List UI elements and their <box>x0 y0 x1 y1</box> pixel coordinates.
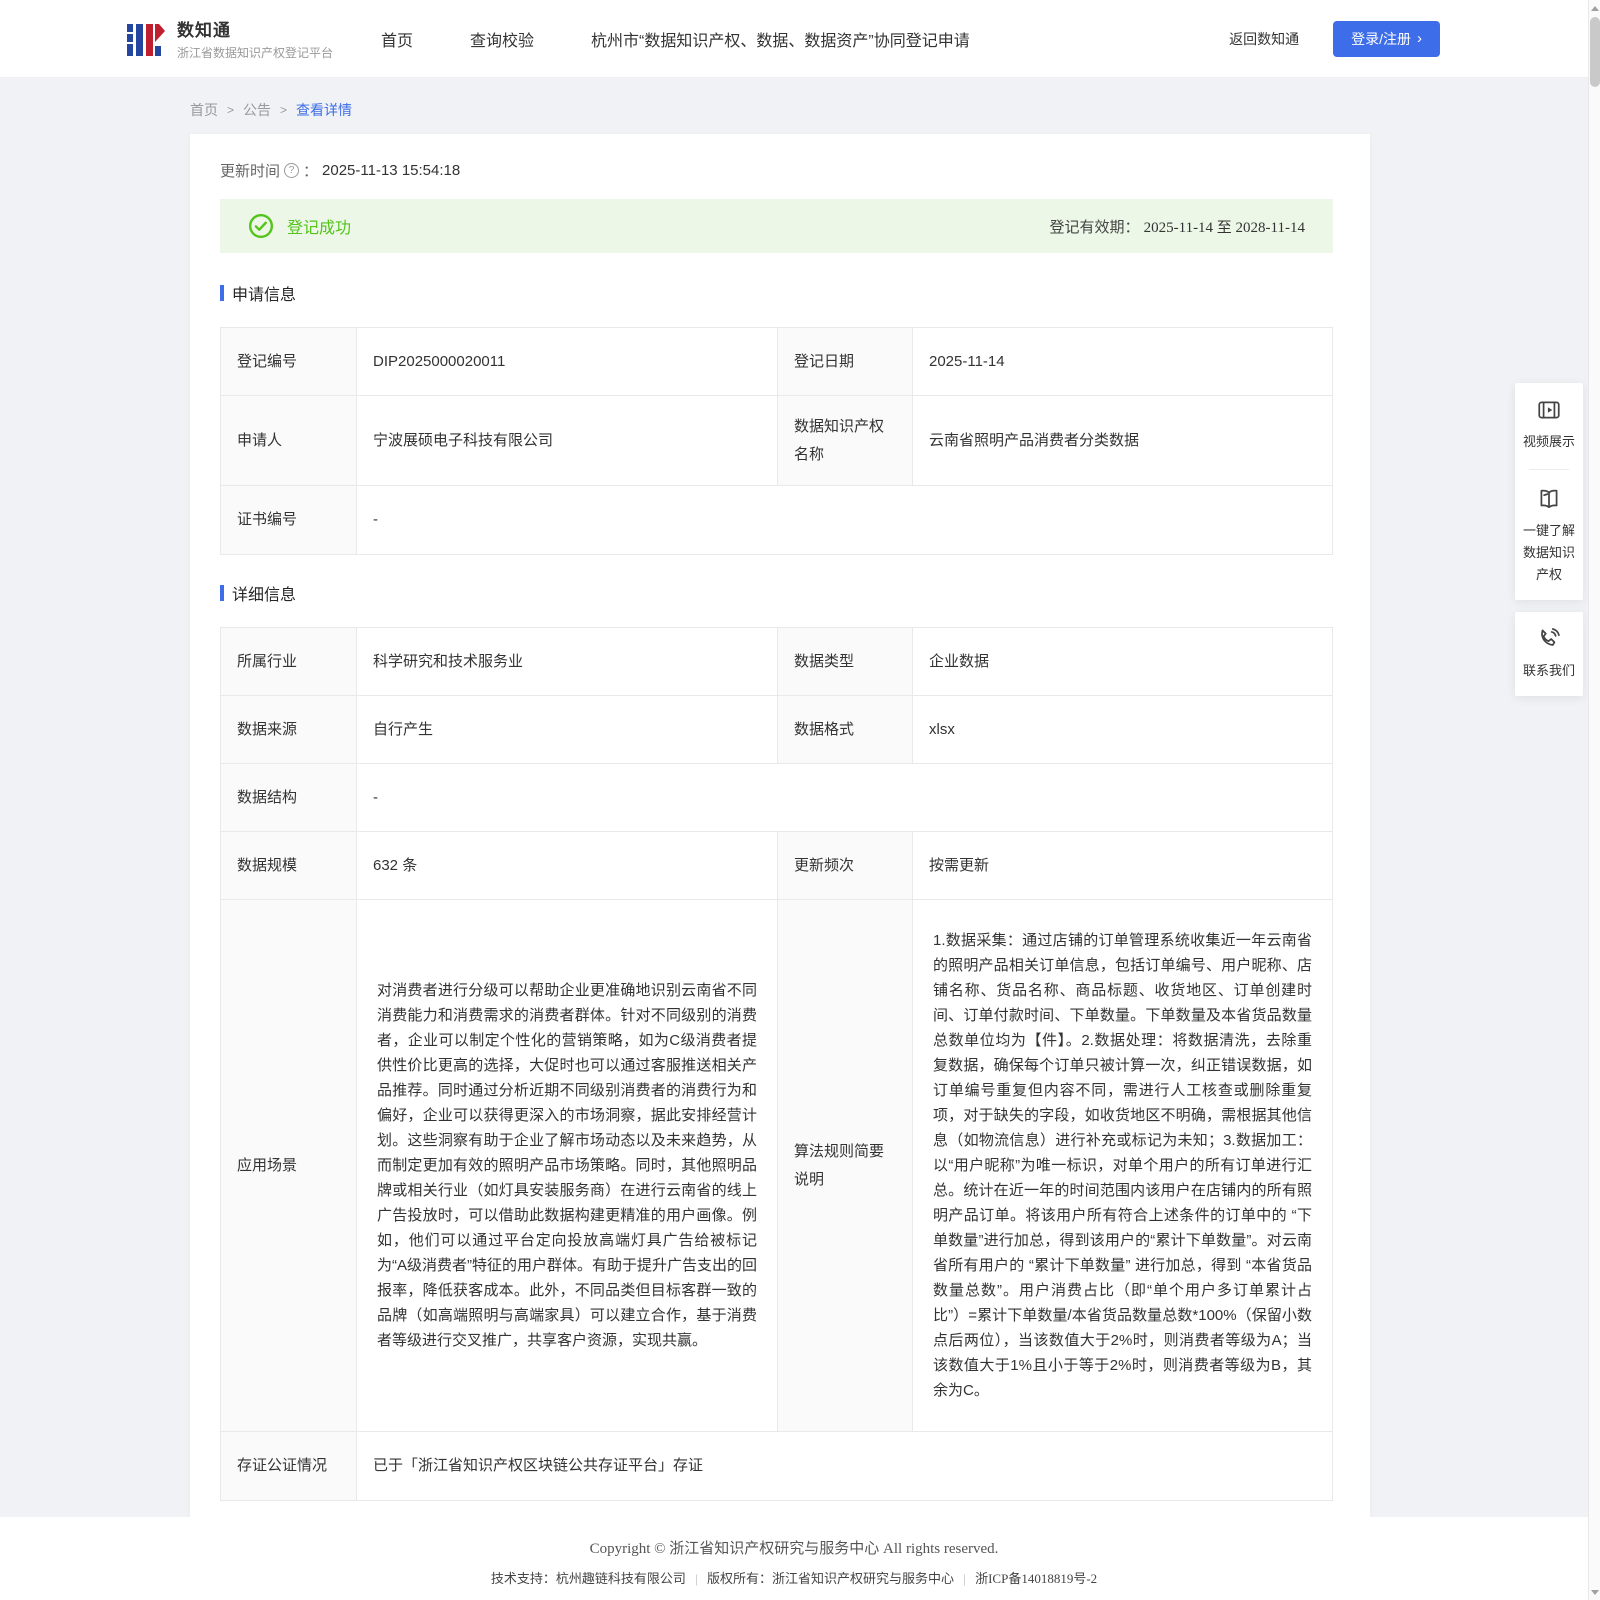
field-label: 数据规模 <box>221 832 357 900</box>
help-icon[interactable]: ? <box>284 163 299 178</box>
footer: Copyright © 浙江省知识产权研究与服务中心 All rights re… <box>0 1517 1588 1600</box>
table-row: 数据结构 - <box>221 764 1332 832</box>
breadcrumb: 首页 > 公告 > 查看详情 <box>190 100 1600 120</box>
algorithm-rules-text: 1.数据采集：通过店铺的订单管理系统收集近一年云南省的照明产品相关订单信息，包括… <box>913 900 1332 1432</box>
brand-subtitle: 浙江省数据知识产权登记平台 <box>177 44 333 61</box>
field-label: 登记日期 <box>778 328 913 396</box>
validity-period: 登记有效期： 2025-11-14 至 2028-11-14 <box>1049 216 1305 237</box>
check-circle-icon <box>248 213 274 239</box>
phone-icon <box>1536 626 1562 652</box>
field-value: 云南省照明产品消费者分类数据 <box>913 396 1332 486</box>
logo-icon <box>125 18 167 60</box>
copyright-owner-text: 版权所有：浙江省知识产权研究与服务中心 <box>707 1571 954 1586</box>
field-label: 更新频次 <box>778 832 913 900</box>
registration-status-banner: 登记成功 登记有效期： 2025-11-14 至 2028-11-14 <box>220 199 1333 253</box>
field-value: - <box>357 764 1332 832</box>
field-label: 数据格式 <box>778 696 913 764</box>
section-title: 申请信息 <box>232 281 296 305</box>
back-to-shuzhitong-link[interactable]: 返回数知通 <box>1229 29 1299 49</box>
apply-info-table: 登记编号 DIP2025000020011 登记日期 2025-11-14 申请… <box>220 327 1333 555</box>
breadcrumb-current: 查看详情 <box>296 100 352 120</box>
table-row: 应用场景 对消费者进行分级可以帮助企业更准确地识别云南省不同消费能力和消费需求的… <box>221 900 1332 1432</box>
field-label: 申请人 <box>221 396 357 486</box>
scrollbar-thumb[interactable] <box>1590 17 1600 87</box>
field-label: 数据来源 <box>221 696 357 764</box>
scroll-up-arrow[interactable] <box>1589 0 1600 16</box>
table-row: 证书编号 - <box>221 486 1332 554</box>
nav-item-hangzhou-registration[interactable]: 杭州市“数据知识产权、数据、数据资产”协同登记申请 <box>591 27 970 51</box>
scrollbar[interactable] <box>1588 0 1600 1600</box>
field-label: 登记编号 <box>221 328 357 396</box>
field-value: 企业数据 <box>913 628 1332 696</box>
section-apply-info: 申请信息 <box>220 281 1333 305</box>
status-text: 登记成功 <box>287 214 351 238</box>
divider <box>1529 469 1569 470</box>
section-title: 详细信息 <box>232 581 296 605</box>
guide-button[interactable]: 一键了解数据知识产权 <box>1521 486 1577 586</box>
field-value: 2025-11-14 <box>913 328 1332 396</box>
brand-title: 数知通 <box>177 16 333 41</box>
field-value: 宁波展硕电子科技有限公司 <box>357 396 778 486</box>
field-label: 数据结构 <box>221 764 357 832</box>
section-detail-info: 详细信息 <box>220 581 1333 605</box>
field-label: 证书编号 <box>221 486 357 554</box>
field-value: 按需更新 <box>913 832 1332 900</box>
table-row: 所属行业 科学研究和技术服务业 数据类型 企业数据 <box>221 628 1332 696</box>
validity-label: 登记有效期： <box>1049 219 1139 236</box>
floating-side-panel: 视频展示 一键了解数据知识产权 联系我们 <box>1515 383 1583 696</box>
field-value: - <box>357 486 1332 554</box>
update-time-label: 更新时间 <box>220 160 280 181</box>
update-time-row: 更新时间 ? ： 2025-11-13 15:54:18 <box>220 160 1333 181</box>
chevron-right-icon: › <box>1417 31 1422 46</box>
contact-us-button[interactable]: 联系我们 <box>1515 612 1583 696</box>
detail-card: 更新时间 ? ： 2025-11-13 15:54:18 登记成功 登记有效期：… <box>190 134 1370 1539</box>
guide-label: 一键了解数据知识产权 <box>1521 520 1577 586</box>
brand-logo[interactable]: 数知通 浙江省数据知识产权登记平台 <box>125 16 333 61</box>
breadcrumb-separator: > <box>280 103 287 117</box>
field-value: 自行产生 <box>357 696 778 764</box>
video-icon <box>1536 397 1562 423</box>
nav-item-query[interactable]: 查询校验 <box>470 27 534 51</box>
breadcrumb-separator: > <box>227 103 234 117</box>
field-label: 应用场景 <box>221 900 357 1432</box>
video-label: 视频展示 <box>1523 431 1575 453</box>
field-label: 存证公证情况 <box>221 1432 357 1500</box>
field-value: 632 条 <box>357 832 778 900</box>
header: 数知通 浙江省数据知识产权登记平台 首页 查询校验 杭州市“数据知识产权、数据、… <box>0 0 1600 78</box>
table-row: 登记编号 DIP2025000020011 登记日期 2025-11-14 <box>221 328 1332 396</box>
validity-dates: 2025-11-14 至 2028-11-14 <box>1144 220 1305 236</box>
breadcrumb-home[interactable]: 首页 <box>190 100 218 120</box>
login-register-button[interactable]: 登录/注册 › <box>1333 21 1440 57</box>
field-label: 所属行业 <box>221 628 357 696</box>
update-time-value: 2025-11-13 15:54:18 <box>322 162 460 179</box>
nav-item-home[interactable]: 首页 <box>381 27 413 51</box>
field-value: 已于「浙江省知识产权区块链公共存证平台」存证 <box>357 1432 1332 1500</box>
field-value: xlsx <box>913 696 1332 764</box>
section-bar <box>220 585 224 601</box>
icp-license-link[interactable]: 浙ICP备14018819号-2 <box>975 1571 1097 1586</box>
field-label: 算法规则简要说明 <box>778 900 913 1432</box>
application-scenario-text: 对消费者进行分级可以帮助企业更准确地识别云南省不同消费能力和消费需求的消费者群体… <box>357 900 778 1432</box>
tech-support-text: 技术支持：杭州趣链科技有限公司 <box>491 1571 686 1586</box>
section-bar <box>220 285 224 301</box>
table-row: 存证公证情况 已于「浙江省知识产权区块链公共存证平台」存证 <box>221 1432 1332 1500</box>
main-nav: 首页 查询校验 杭州市“数据知识产权、数据、数据资产”协同登记申请 <box>381 27 970 51</box>
table-row: 申请人 宁波展硕电子科技有限公司 数据知识产权名称 云南省照明产品消费者分类数据 <box>221 396 1332 486</box>
breadcrumb-announcements[interactable]: 公告 <box>243 100 271 120</box>
table-row: 数据来源 自行产生 数据格式 xlsx <box>221 696 1332 764</box>
field-value: 科学研究和技术服务业 <box>357 628 778 696</box>
video-showcase-button[interactable]: 视频展示 <box>1523 397 1575 453</box>
table-row: 数据规模 632 条 更新频次 按需更新 <box>221 832 1332 900</box>
contact-label: 联系我们 <box>1523 660 1575 682</box>
detail-info-table: 所属行业 科学研究和技术服务业 数据类型 企业数据 数据来源 自行产生 数据格式… <box>220 627 1333 1501</box>
book-icon <box>1536 486 1562 512</box>
field-value: DIP2025000020011 <box>357 328 778 396</box>
field-label: 数据知识产权名称 <box>778 396 913 486</box>
copyright-text: Copyright © 浙江省知识产权研究与服务中心 All rights re… <box>0 1537 1588 1558</box>
scroll-down-arrow[interactable] <box>1589 1584 1600 1600</box>
field-label: 数据类型 <box>778 628 913 696</box>
